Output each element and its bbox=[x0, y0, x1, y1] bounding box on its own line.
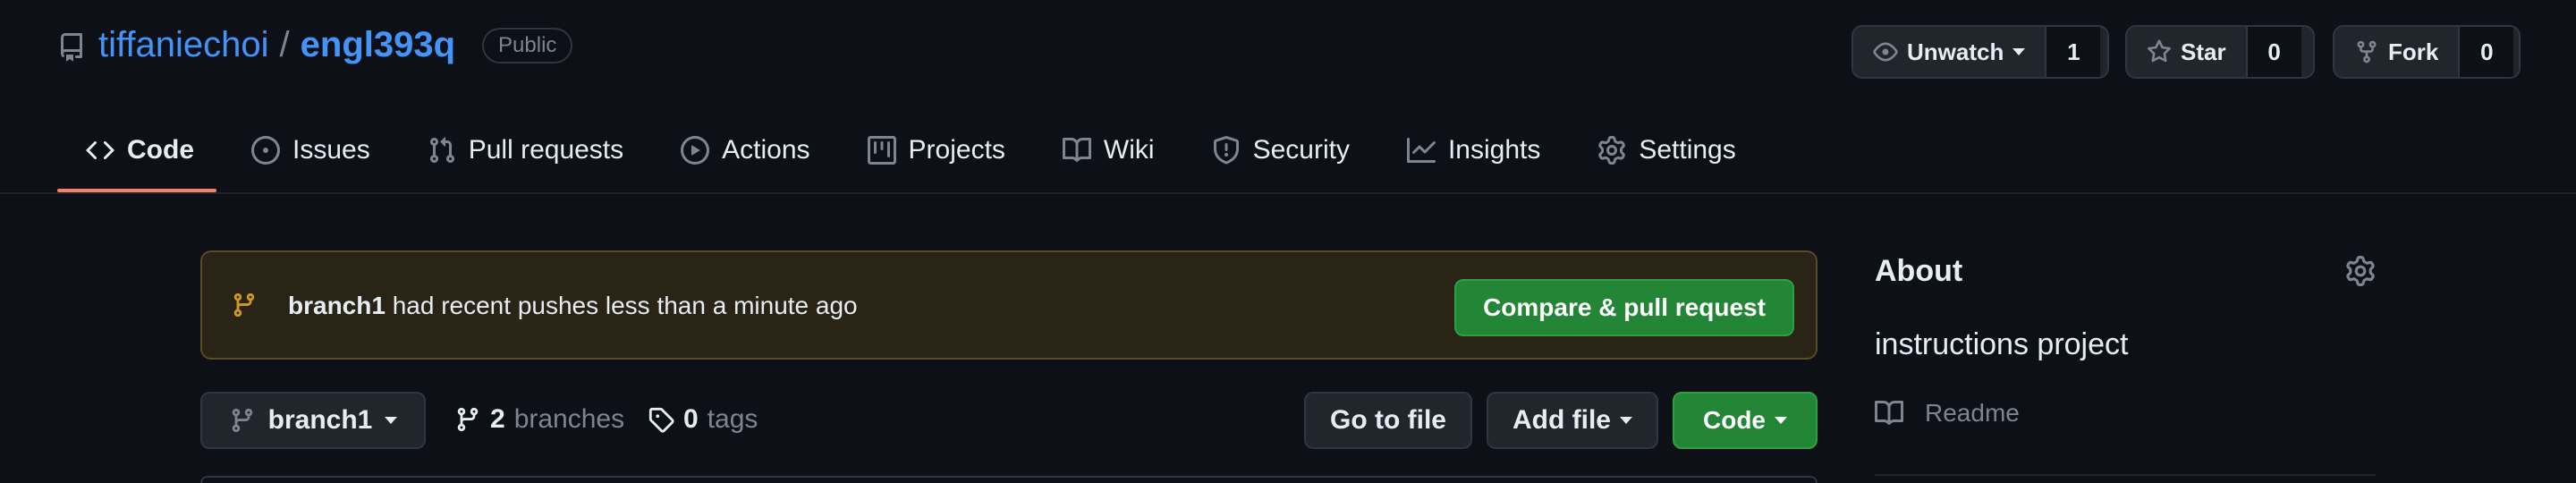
watch-button-group: Unwatch 1 bbox=[1852, 25, 2109, 79]
tab-settings-label: Settings bbox=[1639, 135, 1736, 165]
star-count[interactable]: 0 bbox=[2245, 27, 2301, 77]
tab-projects-label: Projects bbox=[908, 135, 1005, 165]
branch-icon bbox=[231, 292, 258, 318]
repo-separator: / bbox=[279, 25, 290, 64]
add-file-button[interactable]: Add file bbox=[1487, 392, 1658, 449]
chevron-down-icon bbox=[1775, 417, 1787, 424]
branch-icon bbox=[454, 406, 481, 433]
chevron-down-icon bbox=[2012, 48, 2026, 55]
tags-label: tags bbox=[707, 404, 758, 434]
book-icon bbox=[1062, 136, 1091, 165]
chevron-down-icon bbox=[1620, 417, 1632, 424]
branches-label: branches bbox=[513, 404, 625, 434]
banner-message-text: had recent pushes less than a minute ago bbox=[392, 292, 858, 319]
compare-pull-request-button[interactable]: Compare & pull request bbox=[1454, 279, 1794, 336]
gear-icon bbox=[1597, 136, 1626, 165]
tags-link[interactable]: 0 tags bbox=[648, 404, 758, 435]
gear-icon[interactable] bbox=[2345, 256, 2376, 286]
fork-count[interactable]: 0 bbox=[2458, 27, 2514, 77]
go-to-file-button[interactable]: Go to file bbox=[1304, 392, 1472, 449]
book-icon bbox=[1875, 399, 1903, 428]
tags-count: 0 bbox=[683, 404, 699, 434]
play-icon bbox=[681, 136, 710, 165]
repo-owner-link[interactable]: tiffaniechoi bbox=[98, 25, 269, 65]
repo-nav-tabs: Code Issues Pull requests Actions Projec… bbox=[57, 125, 1765, 193]
fork-icon bbox=[2354, 39, 2379, 64]
tab-code[interactable]: Code bbox=[57, 125, 223, 175]
tab-actions[interactable]: Actions bbox=[652, 125, 838, 175]
code-button-label: Code bbox=[1703, 406, 1766, 434]
unwatch-button[interactable]: Unwatch bbox=[1853, 27, 2045, 77]
add-file-label: Add file bbox=[1513, 405, 1611, 435]
repo-title: tiffaniechoi / engl393q Public bbox=[98, 25, 573, 65]
project-icon bbox=[867, 136, 896, 165]
chevron-down-icon bbox=[385, 417, 398, 424]
about-heading: About bbox=[1875, 254, 1963, 288]
star-icon bbox=[2147, 39, 2172, 64]
tab-security[interactable]: Security bbox=[1183, 125, 1378, 175]
star-label: Star bbox=[2181, 38, 2226, 65]
fork-button[interactable]: Fork bbox=[2334, 27, 2458, 77]
watch-count[interactable]: 1 bbox=[2045, 27, 2101, 77]
tab-issues[interactable]: Issues bbox=[223, 125, 399, 175]
about-divider bbox=[1875, 474, 2376, 476]
tab-wiki-label: Wiki bbox=[1103, 135, 1155, 165]
tab-actions-label: Actions bbox=[722, 135, 810, 165]
banner-message: branch1 had recent pushes less than a mi… bbox=[288, 292, 858, 320]
file-list-box bbox=[200, 476, 1818, 483]
tab-security-label: Security bbox=[1252, 135, 1350, 165]
current-branch-label: branch1 bbox=[267, 405, 373, 435]
tab-insights[interactable]: Insights bbox=[1378, 125, 1569, 175]
visibility-badge: Public bbox=[482, 27, 573, 64]
unwatch-label: Unwatch bbox=[1907, 38, 2004, 65]
eye-icon bbox=[1873, 39, 1898, 64]
fork-label: Fork bbox=[2388, 38, 2439, 65]
star-button-group: Star 0 bbox=[2125, 25, 2315, 79]
tab-wiki[interactable]: Wiki bbox=[1034, 125, 1183, 175]
branch-select-button[interactable]: branch1 bbox=[200, 392, 426, 449]
shield-icon bbox=[1212, 136, 1241, 165]
repo-icon bbox=[57, 33, 86, 62]
banner-branch-name: branch1 bbox=[288, 292, 386, 319]
branch-icon bbox=[229, 407, 256, 434]
pull-request-icon bbox=[428, 136, 456, 165]
tab-pull-requests[interactable]: Pull requests bbox=[399, 125, 652, 175]
repo-name-link[interactable]: engl393q bbox=[301, 25, 455, 65]
readme-link[interactable]: Readme bbox=[1925, 399, 2020, 428]
branches-count: 2 bbox=[490, 404, 505, 434]
graph-icon bbox=[1406, 136, 1436, 165]
star-button[interactable]: Star bbox=[2127, 27, 2246, 77]
tab-issues-label: Issues bbox=[292, 135, 370, 165]
branches-link[interactable]: 2 branches bbox=[454, 404, 624, 435]
fork-button-group: Fork 0 bbox=[2333, 25, 2521, 79]
code-dropdown-button[interactable]: Code bbox=[1673, 392, 1818, 449]
tab-pull-requests-label: Pull requests bbox=[468, 135, 624, 165]
header-divider bbox=[0, 192, 2576, 194]
issue-icon bbox=[251, 136, 280, 165]
tab-code-label: Code bbox=[127, 135, 194, 165]
tab-settings[interactable]: Settings bbox=[1569, 125, 1764, 175]
tab-insights-label: Insights bbox=[1447, 135, 1541, 165]
code-icon bbox=[86, 136, 114, 165]
repo-description: instructions project bbox=[1875, 327, 2129, 361]
tab-projects[interactable]: Projects bbox=[839, 125, 1034, 175]
tag-icon bbox=[648, 406, 674, 433]
